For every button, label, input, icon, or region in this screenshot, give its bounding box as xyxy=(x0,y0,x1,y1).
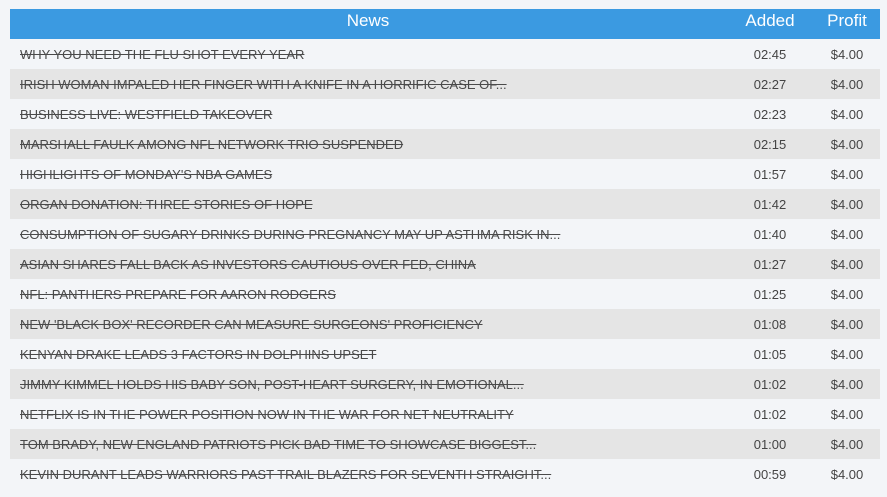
news-cell[interactable]: KEVIN DURANT LEADS WARRIORS PAST TRAIL B… xyxy=(10,459,726,489)
table-row[interactable]: ORGAN DONATION: THREE STORIES OF HOPE 01:… xyxy=(10,189,880,219)
news-cell[interactable]: WHY YOU NEED THE FLU SHOT EVERY YEAR xyxy=(10,39,726,69)
added-cell: 01:57 xyxy=(753,166,787,182)
profit-cell: $4.00 xyxy=(830,376,864,392)
profit-cell: $4.00 xyxy=(830,46,864,62)
profit-cell: $4.00 xyxy=(830,226,864,242)
column-header-added[interactable]: Added xyxy=(726,9,814,39)
table-row[interactable]: NETFLIX IS IN THE POWER POSITION NOW IN … xyxy=(10,399,880,429)
news-cell[interactable]: BUSINESS LIVE: WESTFIELD TAKEOVER xyxy=(10,99,726,129)
table-row[interactable]: HIGHLIGHTS OF MONDAY'S NBA GAMES 01:57 $4.… xyxy=(10,159,880,189)
news-cell[interactable]: CONSUMPTION OF SUGARY DRINKS DURING PREG… xyxy=(10,219,726,249)
added-cell: 01:02 xyxy=(753,406,787,422)
news-cell[interactable]: JIMMY KIMMEL HOLDS HIS BABY SON, POST-HE… xyxy=(10,369,726,399)
column-header-profit[interactable]: Profit xyxy=(814,9,880,39)
profit-cell: $4.00 xyxy=(830,136,864,152)
added-cell: 01:40 xyxy=(753,226,787,242)
table-body: WHY YOU NEED THE FLU SHOT EVERY YEAR 02:4… xyxy=(10,39,880,489)
table-row[interactable]: NFL: PANTHERS PREPARE FOR AARON RODGERS 0… xyxy=(10,279,880,309)
table-row[interactable]: JIMMY KIMMEL HOLDS HIS BABY SON, POST-HE… xyxy=(10,369,880,399)
added-cell: 02:27 xyxy=(753,76,787,92)
news-cell[interactable]: NFL: PANTHERS PREPARE FOR AARON RODGERS xyxy=(10,279,726,309)
added-cell: 02:45 xyxy=(753,46,787,62)
news-cell[interactable]: NEW 'BLACK BOX' RECORDER CAN MEASURE SUR… xyxy=(10,309,726,339)
profit-cell: $4.00 xyxy=(830,76,864,92)
added-cell: 01:08 xyxy=(753,316,787,332)
table-row[interactable]: KEVIN DURANT LEADS WARRIORS PAST TRAIL B… xyxy=(10,459,880,489)
added-cell: 02:15 xyxy=(753,136,787,152)
profit-cell: $4.00 xyxy=(830,436,864,452)
table-row[interactable]: BUSINESS LIVE: WESTFIELD TAKEOVER 02:23 $4… xyxy=(10,99,880,129)
profit-cell: $4.00 xyxy=(830,406,864,422)
added-cell: 01:27 xyxy=(753,256,787,272)
table-header: News Added Profit xyxy=(10,9,880,39)
news-cell[interactable]: NETFLIX IS IN THE POWER POSITION NOW IN … xyxy=(10,399,726,429)
added-cell: 01:42 xyxy=(753,196,787,212)
header-row: News Added Profit xyxy=(10,9,880,39)
news-table: News Added Profit WHY YOU NEED THE FLU S… xyxy=(10,9,880,489)
profit-cell: $4.00 xyxy=(830,286,864,302)
column-header-news[interactable]: News xyxy=(10,9,726,39)
profit-cell: $4.00 xyxy=(830,316,864,332)
added-cell: 02:23 xyxy=(753,106,787,122)
profit-cell: $4.00 xyxy=(830,256,864,272)
profit-cell: $4.00 xyxy=(830,106,864,122)
profit-cell: $4.00 xyxy=(830,346,864,362)
table-row[interactable]: KENYAN DRAKE LEADS 3 FACTORS IN DOLPHINS… xyxy=(10,339,880,369)
added-cell: 01:02 xyxy=(753,376,787,392)
table-row[interactable]: MARSHALL FAULK AMONG NFL NETWORK TRIO SU… xyxy=(10,129,880,159)
news-cell[interactable]: MARSHALL FAULK AMONG NFL NETWORK TRIO SU… xyxy=(10,129,726,159)
table-row[interactable]: WHY YOU NEED THE FLU SHOT EVERY YEAR 02:4… xyxy=(10,39,880,69)
profit-cell: $4.00 xyxy=(830,196,864,212)
added-cell: 00:59 xyxy=(753,466,787,482)
table-row[interactable]: CONSUMPTION OF SUGARY DRINKS DURING PREG… xyxy=(10,219,880,249)
table-row[interactable]: TOM BRADY, NEW ENGLAND PATRIOTS PICK BAD… xyxy=(10,429,880,459)
table-row[interactable]: IRISH WOMAN IMPALED HER FINGER WITH A KN… xyxy=(10,69,880,99)
added-cell: 01:05 xyxy=(753,346,787,362)
news-cell[interactable]: ORGAN DONATION: THREE STORIES OF HOPE xyxy=(10,189,726,219)
news-cell[interactable]: IRISH WOMAN IMPALED HER FINGER WITH A KN… xyxy=(10,69,726,99)
profit-cell: $4.00 xyxy=(830,166,864,182)
added-cell: 01:00 xyxy=(753,436,787,452)
profit-cell: $4.00 xyxy=(830,466,864,482)
news-cell[interactable]: TOM BRADY, NEW ENGLAND PATRIOTS PICK BAD… xyxy=(10,429,726,459)
news-cell[interactable]: KENYAN DRAKE LEADS 3 FACTORS IN DOLPHINS… xyxy=(10,339,726,369)
added-cell: 01:25 xyxy=(753,286,787,302)
news-cell[interactable]: ASIAN SHARES FALL BACK AS INVESTORS CAUT… xyxy=(10,249,726,279)
table-row[interactable]: ASIAN SHARES FALL BACK AS INVESTORS CAUT… xyxy=(10,249,880,279)
news-cell[interactable]: HIGHLIGHTS OF MONDAY'S NBA GAMES xyxy=(10,159,726,189)
table-row[interactable]: NEW 'BLACK BOX' RECORDER CAN MEASURE SUR… xyxy=(10,309,880,339)
news-table-container: News Added Profit WHY YOU NEED THE FLU S… xyxy=(10,9,880,489)
